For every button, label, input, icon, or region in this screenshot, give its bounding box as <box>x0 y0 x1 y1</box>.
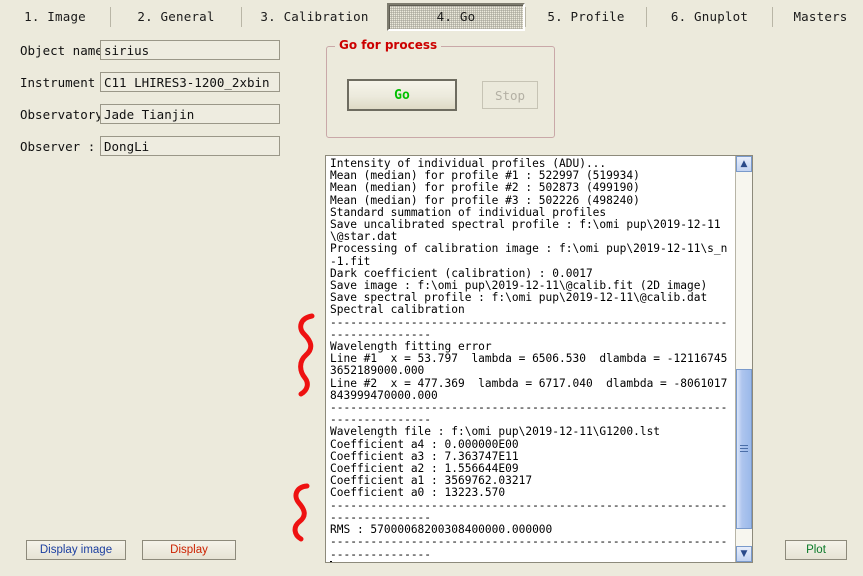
instrument-label: Instrument : <box>20 74 111 90</box>
red-annotation-mark-wavelength-error <box>298 313 315 397</box>
go-for-process-group: Go for process Go Stop <box>326 38 555 138</box>
tab-calibration[interactable]: 3. Calibration <box>242 5 387 28</box>
scroll-up-icon[interactable]: ▲ <box>736 156 752 172</box>
tab-bar: 1. Image 2. General 3. Calibration 4. Go… <box>0 0 863 33</box>
field-row-instrument: Instrument : <box>0 72 310 92</box>
go-for-process-title: Go for process <box>335 38 442 52</box>
stop-button: Stop <box>482 81 538 109</box>
log-content: Intensity of individual profiles (ADU)..… <box>330 157 728 561</box>
object-name-label: Object name : <box>20 42 118 58</box>
plot-button[interactable]: Plot <box>785 540 847 560</box>
log-scrollbar[interactable]: ▲ ▼ <box>735 156 752 562</box>
observatory-input[interactable] <box>100 104 280 124</box>
instrument-input[interactable] <box>100 72 280 92</box>
field-row-object-name: Object name : <box>0 40 310 60</box>
observer-label: Observer : <box>20 138 96 154</box>
process-log-panel: Intensity of individual profiles (ADU)..… <box>325 155 753 563</box>
tab-image[interactable]: 1. Image <box>0 5 110 28</box>
observatory-label: Observatory : <box>20 106 118 122</box>
process-log-text[interactable]: Intensity of individual profiles (ADU)..… <box>326 156 735 562</box>
red-annotation-mark-rms <box>292 483 310 542</box>
display-button[interactable]: Display <box>142 540 236 560</box>
field-row-observer: Observer : <box>0 136 310 156</box>
application-window: 1. Image 2. General 3. Calibration 4. Go… <box>0 0 863 576</box>
scroll-down-icon[interactable]: ▼ <box>736 546 752 562</box>
metadata-form: Object name : Instrument : Observatory :… <box>0 40 310 168</box>
observer-input[interactable] <box>100 136 280 156</box>
object-name-input[interactable] <box>100 40 280 60</box>
scrollbar-grip-icon <box>740 444 748 454</box>
text-caret <box>330 560 332 562</box>
field-row-observatory: Observatory : <box>0 104 310 124</box>
tab-general[interactable]: 2. General <box>111 5 241 28</box>
go-button[interactable]: Go <box>347 79 457 111</box>
tab-masters[interactable]: Masters <box>773 5 863 28</box>
scrollbar-thumb[interactable] <box>736 369 752 529</box>
tab-go[interactable]: 4. Go <box>387 2 525 31</box>
tab-gnuplot[interactable]: 6. Gnuplot <box>647 5 772 28</box>
tab-profile[interactable]: 5. Profile <box>526 5 646 28</box>
display-image-button[interactable]: Display image <box>26 540 126 560</box>
